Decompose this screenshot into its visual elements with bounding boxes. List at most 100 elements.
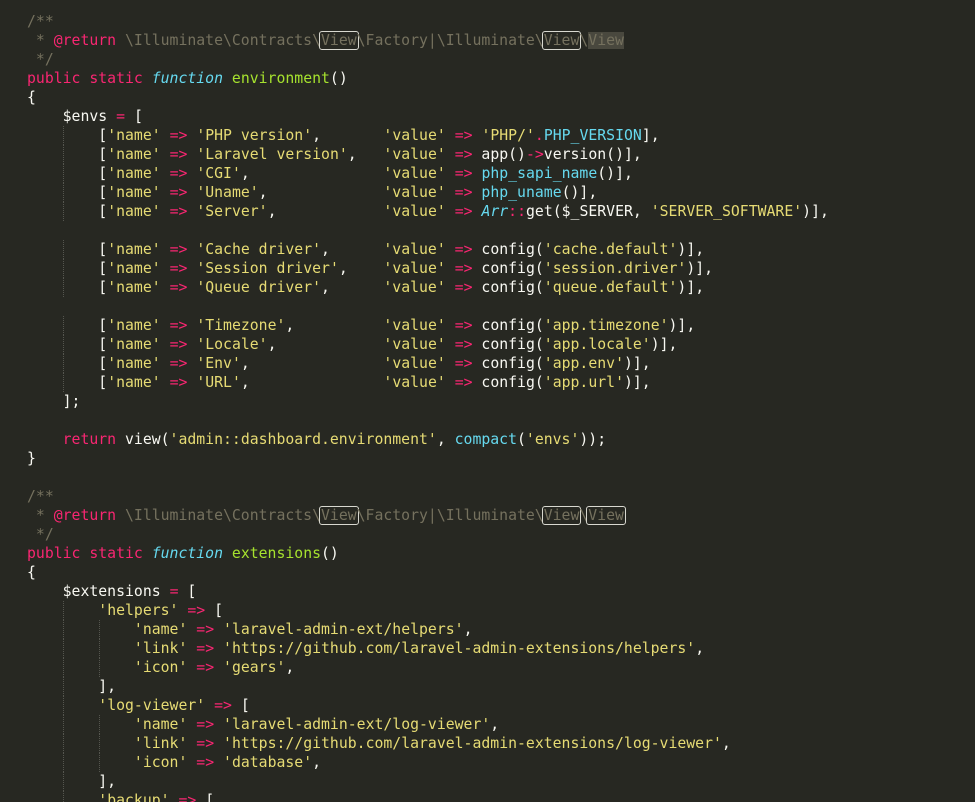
plain-token: , — [338, 260, 384, 277]
plain-token: [ — [27, 336, 108, 353]
string-token: 'name' — [107, 279, 161, 296]
code-line: 'link' => 'https://github.com/laravel-ad… — [0, 639, 975, 658]
indent-guide — [63, 791, 64, 802]
indent-guide — [63, 164, 64, 183]
plain-token: } — [27, 450, 36, 467]
string-token: 'name' — [107, 241, 161, 258]
plain-token: , — [258, 184, 384, 201]
keyword-token: public static — [27, 545, 152, 562]
code-line: */ — [0, 525, 975, 544]
code-line: } — [0, 449, 975, 468]
keyword-token: => — [454, 184, 473, 201]
string-token: 'app.locale' — [543, 336, 651, 353]
plain-token: , — [240, 374, 384, 391]
comment-token: \Factory|\Illuminate\ — [356, 507, 544, 524]
string-token: 'log-viewer' — [98, 697, 206, 714]
string-token: 'https://github.com/laravel-admin-extens… — [223, 640, 696, 657]
keyword-token: = — [116, 108, 126, 125]
indent-guide — [63, 278, 64, 297]
code-line: ['name' => 'URL', 'value' => config('app… — [0, 373, 975, 392]
code-line: ]; — [0, 392, 975, 411]
keyword-token: return — [62, 431, 117, 448]
string-token: 'Env' — [196, 355, 241, 372]
builtin-token: PHP_VERSION — [543, 127, 642, 144]
storage-token: function — [151, 70, 223, 87]
string-token: 'name' — [107, 336, 161, 353]
indent-guide — [63, 734, 64, 753]
string-token: 'app.timezone' — [543, 317, 669, 334]
indent-guide — [63, 696, 64, 715]
keyword-token: :: — [508, 203, 526, 220]
plain-token: ], — [27, 773, 117, 790]
indent-guide — [63, 753, 64, 772]
comment-token: \Illuminate\Contracts\ — [116, 32, 321, 49]
keyword-token: => — [196, 621, 215, 638]
plain-token: config( — [472, 355, 544, 372]
code-line: ['name' => 'Server', 'value' => Arr::get… — [0, 202, 975, 221]
plain-token: , — [347, 146, 384, 163]
code-line: ['name' => 'Env', 'value' => config('app… — [0, 354, 975, 373]
keyword-token: => — [454, 317, 473, 334]
storage-token: function — [151, 545, 223, 562]
plain-token: , — [463, 621, 473, 638]
keyword-token: => — [169, 336, 188, 353]
string-token: 'gears' — [223, 659, 286, 676]
plain-token: config( — [472, 279, 544, 296]
plain-token: [ — [27, 241, 108, 258]
builtin-token: php_sapi_name — [481, 165, 598, 182]
plain-token: , — [267, 203, 384, 220]
comment-token: */ — [27, 526, 54, 543]
string-token: 'Laravel version' — [196, 146, 348, 163]
plain-token: )], — [677, 279, 705, 296]
code-editor[interactable]: /** * @return \Illuminate\Contracts\View… — [0, 0, 975, 802]
indent-guide — [63, 354, 64, 373]
indent-guide — [99, 734, 100, 753]
code-line: public static function environment() — [0, 69, 975, 88]
plain-token: version()], — [543, 146, 642, 163]
string-token: 'Queue driver' — [196, 279, 322, 296]
keyword-token: => — [454, 165, 473, 182]
highlight-token: View — [319, 506, 359, 525]
code-line: public static function extensions() — [0, 544, 975, 563]
string-token: 'Cache driver' — [196, 241, 322, 258]
plain-token: () — [329, 70, 348, 87]
keyword-token: => — [169, 260, 188, 277]
comment-token: \Factory|\Illuminate\ — [356, 32, 544, 49]
string-token: 'value' — [383, 127, 446, 144]
indent-guide — [63, 639, 64, 658]
code-line: ['name' => 'CGI', 'value' => php_sapi_na… — [0, 164, 975, 183]
string-token: 'queue.default' — [543, 279, 678, 296]
indent-guide — [99, 715, 100, 734]
code-line: 'log-viewer' => [ — [0, 696, 975, 715]
plain-token: , — [490, 716, 500, 733]
keyword-token: @return — [53, 507, 117, 524]
code-line: return view('admin::dashboard.environmen… — [0, 430, 975, 449]
plain-token: , — [695, 640, 705, 657]
string-token: 'laravel-admin-ext/helpers' — [223, 621, 464, 638]
keyword-token: => — [454, 260, 473, 277]
keyword-token: => — [454, 355, 473, 372]
